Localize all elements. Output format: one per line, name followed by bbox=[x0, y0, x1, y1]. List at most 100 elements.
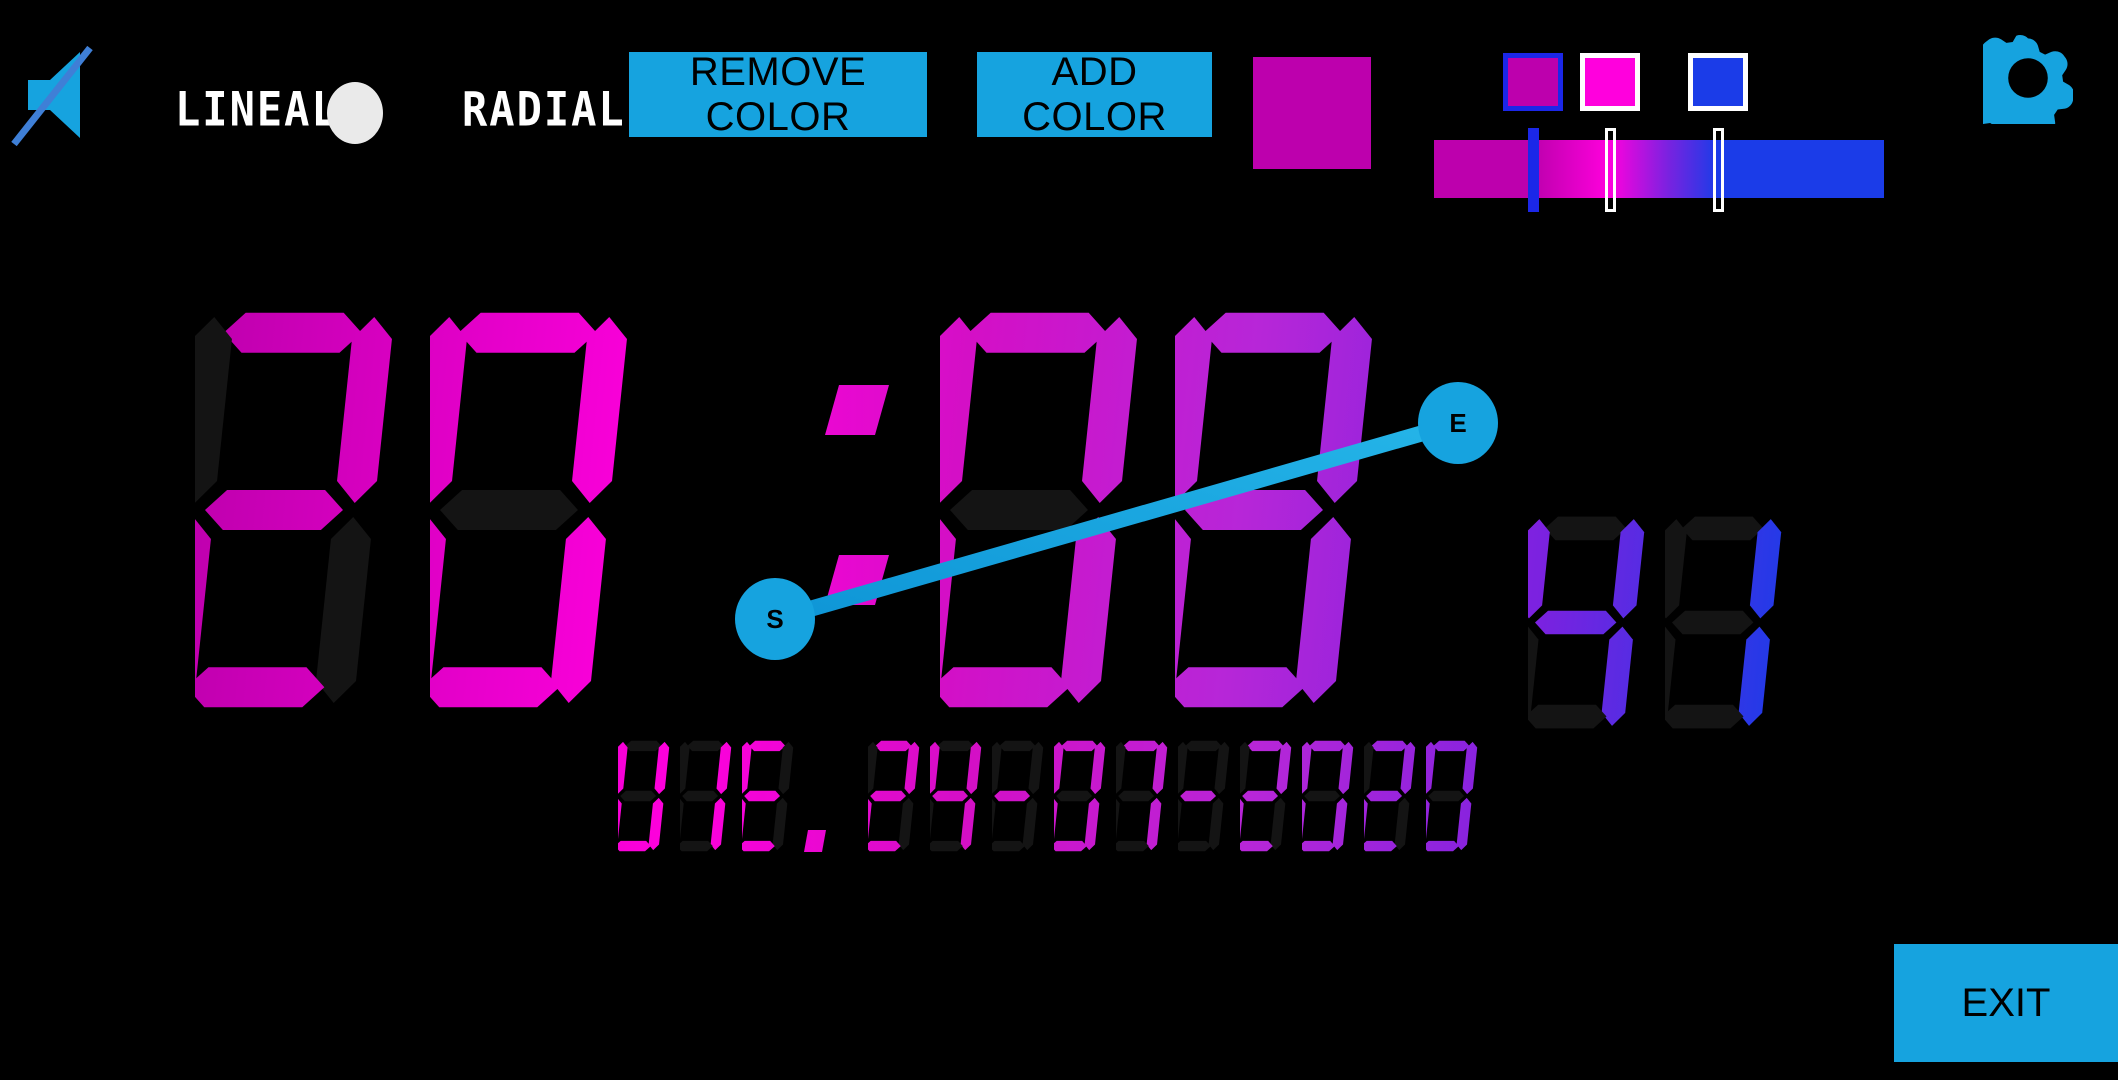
current-color-swatch[interactable] bbox=[1253, 57, 1371, 169]
segment-c bbox=[1601, 626, 1633, 726]
colon-dot bbox=[825, 555, 889, 605]
gradient-strip-handle-1[interactable] bbox=[1604, 128, 1616, 212]
segment-c bbox=[710, 797, 726, 851]
segment-c bbox=[1146, 797, 1162, 851]
date-separator-glyph bbox=[1178, 740, 1230, 852]
segment-d bbox=[868, 840, 901, 852]
gradient-mode-toggle-knob[interactable] bbox=[327, 82, 383, 144]
date-char-glyph bbox=[680, 740, 732, 852]
segment-g bbox=[1534, 610, 1617, 635]
segment-f bbox=[1426, 741, 1436, 795]
segment-d bbox=[1178, 840, 1211, 852]
gradient-strip-handle-2[interactable] bbox=[1712, 128, 1724, 212]
segment-a bbox=[458, 312, 597, 353]
segment-d bbox=[1054, 840, 1087, 852]
segment-f bbox=[1528, 519, 1550, 619]
segment-d bbox=[1302, 840, 1335, 852]
segment-g bbox=[1428, 790, 1465, 802]
date-char-glyph bbox=[1240, 740, 1292, 852]
segment-a bbox=[1309, 740, 1346, 752]
colon-dot bbox=[825, 385, 889, 435]
mode-lineal-label[interactable]: LINEAL bbox=[175, 82, 339, 137]
segment-d bbox=[1426, 840, 1459, 852]
segment-a bbox=[1681, 516, 1764, 541]
segment-f bbox=[430, 317, 467, 503]
remove-color-button[interactable]: REMOVE COLOR bbox=[629, 50, 927, 139]
segment-c bbox=[551, 517, 606, 703]
segment-d bbox=[195, 667, 325, 708]
seven-segment-digit bbox=[1175, 310, 1375, 710]
segment-c bbox=[1738, 626, 1770, 726]
segment-g bbox=[1180, 790, 1217, 802]
add-color-button[interactable]: ADD COLOR bbox=[977, 50, 1212, 139]
segment-d bbox=[742, 840, 775, 852]
seven-segment-digit bbox=[940, 310, 1140, 710]
segment-a bbox=[1544, 516, 1627, 541]
segment-a bbox=[1123, 740, 1160, 752]
mode-radial-label[interactable]: RADIAL bbox=[462, 82, 626, 137]
segment-g bbox=[1304, 790, 1341, 802]
seven-segment-digit bbox=[430, 310, 630, 710]
segment-a bbox=[1061, 740, 1098, 752]
segment-a bbox=[1185, 740, 1222, 752]
segment-d bbox=[1364, 840, 1397, 852]
gradient-start-handle[interactable]: S bbox=[735, 578, 815, 660]
gradient-end-handle[interactable]: E bbox=[1418, 382, 1498, 464]
date-char-glyph bbox=[1364, 740, 1416, 852]
segment-f bbox=[680, 741, 690, 795]
segment-d bbox=[1175, 667, 1305, 708]
segment-a bbox=[687, 740, 724, 752]
segment-a bbox=[1247, 740, 1284, 752]
speaker-muted-icon[interactable] bbox=[6, 40, 106, 150]
segment-c bbox=[648, 797, 664, 851]
segment-d bbox=[1665, 704, 1744, 729]
segment-d bbox=[430, 667, 560, 708]
seven-segment-digit bbox=[195, 310, 395, 710]
segment-f bbox=[868, 741, 878, 795]
clock-colon-separator bbox=[825, 385, 895, 645]
date-period-dot bbox=[804, 830, 826, 852]
segment-d bbox=[618, 840, 651, 852]
segment-f bbox=[1054, 741, 1064, 795]
segment-f bbox=[1364, 741, 1374, 795]
segment-a bbox=[968, 312, 1107, 353]
segment-c bbox=[316, 517, 371, 703]
seven-segment-digit bbox=[1528, 515, 1646, 730]
gear-icon[interactable] bbox=[1962, 32, 2075, 143]
seven-segment-digit bbox=[1665, 515, 1783, 730]
dot-glyph bbox=[804, 830, 826, 852]
segment-f bbox=[940, 317, 977, 503]
color-stop-chip-1[interactable] bbox=[1579, 53, 1640, 111]
segment-g bbox=[1366, 790, 1403, 802]
color-stop-chip-2[interactable] bbox=[1687, 53, 1748, 111]
segment-f bbox=[1302, 741, 1312, 795]
segment-c bbox=[1061, 517, 1116, 703]
clock-gradient-editor-screen: LINEAL RADIAL REMOVE COLOR ADD COLOR S E… bbox=[0, 0, 2118, 1080]
segment-c bbox=[1208, 797, 1224, 851]
segment-a bbox=[875, 740, 912, 752]
exit-button[interactable]: EXIT bbox=[1894, 944, 2118, 1062]
segment-f bbox=[1178, 741, 1188, 795]
segment-f bbox=[1240, 741, 1250, 795]
color-stop-chip-0[interactable] bbox=[1503, 53, 1563, 111]
segment-f bbox=[1175, 317, 1212, 503]
date-char-glyph bbox=[618, 740, 670, 852]
segment-d bbox=[992, 840, 1025, 852]
segment-g bbox=[870, 790, 907, 802]
segment-g bbox=[620, 790, 657, 802]
date-char-glyph bbox=[1302, 740, 1354, 852]
segment-g bbox=[932, 790, 969, 802]
segment-c bbox=[1456, 797, 1472, 851]
gradient-preview-strip[interactable] bbox=[1434, 140, 1884, 198]
segment-a bbox=[1371, 740, 1408, 752]
gradient-strip-handle-0[interactable] bbox=[1528, 128, 1539, 212]
segment-g bbox=[744, 790, 781, 802]
segment-d bbox=[930, 840, 963, 852]
date-char-glyph bbox=[1054, 740, 1106, 852]
segment-f bbox=[618, 741, 628, 795]
segment-g bbox=[949, 490, 1088, 530]
segment-c bbox=[960, 797, 976, 851]
segment-g bbox=[1671, 610, 1754, 635]
segment-d bbox=[1528, 704, 1607, 729]
segment-a bbox=[937, 740, 974, 752]
